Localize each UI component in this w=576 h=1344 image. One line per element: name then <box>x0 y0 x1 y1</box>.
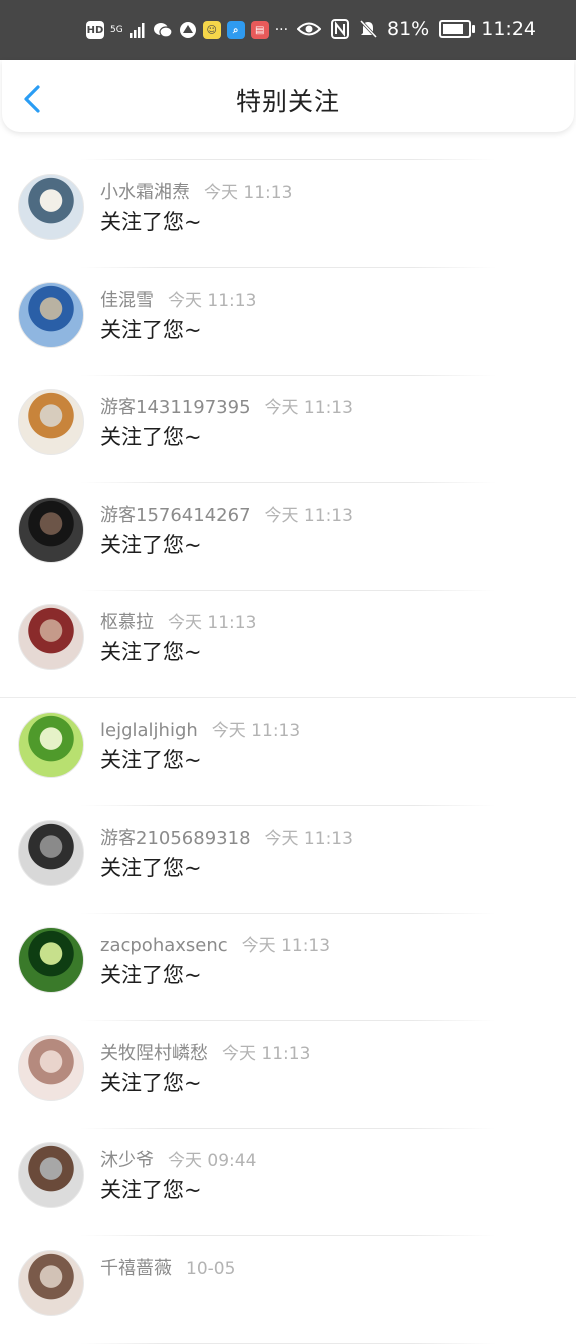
name-line: lejglaljhigh 今天 11:13 <box>100 716 300 741</box>
name-line: 游客2105689318 今天 11:13 <box>100 824 353 850</box>
message-text: 关注了您~ <box>100 425 202 450</box>
battery-percent: 81% <box>387 18 430 40</box>
navigation-header: 特别关注 <box>2 60 574 132</box>
status-notification-icons: HD 5G ☺ ⌕ ▤ ··· <box>86 18 288 42</box>
timestamp: 今天 11:13 <box>241 936 331 957</box>
user-name[interactable]: 游客1576414267 <box>100 505 251 526</box>
list-item[interactable]: 枢慕拉 今天 11:13 关注了您~ <box>0 590 576 699</box>
eye-icon <box>297 22 321 36</box>
app-icon <box>179 22 196 38</box>
message-text: 关注了您~ <box>100 1070 202 1095</box>
avatar[interactable] <box>18 174 84 240</box>
user-name[interactable]: 千禧蔷薇 <box>100 1258 172 1279</box>
timestamp: 今天 11:13 <box>168 290 257 311</box>
name-line: 关牧陧村嶙愁 今天 11:13 <box>100 1039 310 1065</box>
avatar[interactable] <box>18 819 84 886</box>
user-name[interactable]: 小水霜湘焘 <box>100 182 190 203</box>
search-app-icon: ⌕ <box>226 21 245 39</box>
reader-app-icon: ▤ <box>250 21 269 39</box>
list-item[interactable]: 游客1576414267 今天 11:13 关注了您~ <box>0 483 576 591</box>
name-line: 沐少爷 今天 09:44 <box>100 1146 256 1172</box>
timestamp: 今天 11:13 <box>264 398 353 419</box>
list-item[interactable]: 游客2105689318 今天 11:13 关注了您~ <box>0 806 576 914</box>
avatar[interactable] <box>18 389 84 456</box>
message-text: 关注了您~ <box>100 963 202 988</box>
list-item[interactable]: 沐少爷 今天 09:44 关注了您~ <box>0 1128 576 1237</box>
message-text: 关注了您~ <box>100 1178 202 1203</box>
message-text: 关注了您~ <box>100 640 202 665</box>
user-name[interactable]: lejglaljhigh <box>100 720 198 741</box>
list-item[interactable]: 游客1431197395 今天 11:13 关注了您~ <box>0 375 576 484</box>
user-name[interactable]: 枢慕拉 <box>100 612 154 633</box>
avatar[interactable] <box>18 1142 84 1209</box>
wechat-icon <box>153 23 173 38</box>
page-title: 特别关注 <box>235 87 340 116</box>
list-item[interactable]: 佳混雪 今天 11:13 关注了您~ <box>0 268 576 376</box>
avatar[interactable] <box>18 712 84 778</box>
timestamp: 今天 11:13 <box>264 505 353 526</box>
timestamp: 今天 11:13 <box>264 828 353 849</box>
list-item[interactable]: zacpohaxsenc 今天 11:13 关注了您~ <box>0 913 576 1022</box>
message-text: 关注了您~ <box>100 317 202 342</box>
user-name[interactable]: 沐少爷 <box>100 1150 154 1171</box>
user-name[interactable]: 游客2105689318 <box>100 828 251 849</box>
user-name[interactable]: zacpohaxsenc <box>100 935 228 956</box>
timestamp: 今天 11:13 <box>204 183 293 203</box>
nfc-icon <box>331 19 349 39</box>
name-line: 枢慕拉 今天 11:13 <box>100 608 256 634</box>
mute-bell-icon <box>359 19 377 39</box>
list-item[interactable]: 小水霜湘焘 今天 11:13 关注了您~ <box>0 160 576 268</box>
avatar[interactable] <box>18 281 84 348</box>
clock: 11:24 <box>481 18 536 40</box>
timestamp: 今天 11:13 <box>168 613 257 634</box>
list-item[interactable]: lejglaljhigh 今天 11:13 关注了您~ <box>0 698 576 806</box>
battery-icon <box>439 20 476 38</box>
hd-icon: HD <box>86 21 104 39</box>
user-name[interactable]: 游客1431197395 <box>100 397 251 418</box>
name-line: 游客1576414267 今天 11:13 <box>100 501 353 527</box>
timestamp: 10-05 <box>186 1259 236 1279</box>
signal-bars-icon <box>129 23 145 38</box>
name-line: zacpohaxsenc 今天 11:13 <box>100 931 330 956</box>
more-dots-icon: ··· <box>274 22 289 38</box>
name-line: 佳混雪 今天 11:13 <box>100 286 256 312</box>
status-bar: HD 5G ☺ ⌕ ▤ ··· 81% 11:24 <box>0 0 576 60</box>
name-line: 游客1431197395 今天 11:13 <box>100 393 353 419</box>
list-item[interactable]: 千禧蔷薇 10-05 <box>0 1236 576 1344</box>
status-system-icons: 81% 11:24 <box>297 16 536 42</box>
timestamp: 今天 11:13 <box>222 1043 311 1064</box>
avatar[interactable] <box>18 927 84 994</box>
timestamp: 今天 09:44 <box>168 1151 257 1172</box>
user-name[interactable]: 关牧陧村嶙愁 <box>100 1043 208 1064</box>
message-text: 关注了您~ <box>100 855 202 880</box>
message-text: 关注了您~ <box>100 532 202 557</box>
qq-icon: ☺ <box>202 21 221 39</box>
name-line: 小水霜湘焘 今天 11:13 <box>100 178 292 204</box>
avatar[interactable] <box>18 604 84 671</box>
timestamp: 今天 11:13 <box>211 721 301 741</box>
name-line: 千禧蔷薇 10-05 <box>100 1254 235 1280</box>
avatar[interactable] <box>18 1034 84 1101</box>
list-item[interactable]: 关牧陧村嶙愁 今天 11:13 关注了您~ <box>0 1021 576 1129</box>
message-text: 关注了您~ <box>100 210 202 234</box>
avatar[interactable] <box>18 496 84 563</box>
network-5g-label: 5G <box>110 25 123 35</box>
message-text: 关注了您~ <box>100 748 202 772</box>
avatar[interactable] <box>18 1250 84 1316</box>
user-name[interactable]: 佳混雪 <box>100 290 154 311</box>
